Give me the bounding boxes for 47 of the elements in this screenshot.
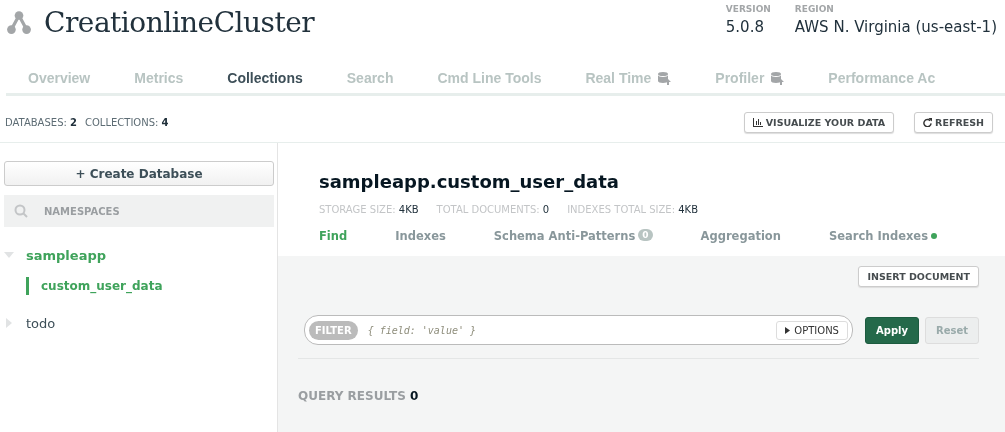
options-button[interactable]: OPTIONS xyxy=(776,320,848,340)
region-label: REGION xyxy=(794,4,835,14)
collection-tab[interactable]: Search Indexes xyxy=(828,229,937,256)
refresh-button[interactable]: REFRESH xyxy=(914,111,993,133)
tab[interactable]: Search xyxy=(324,62,416,93)
visualize-button[interactable]: VISUALIZE YOUR DATA xyxy=(743,111,895,133)
database-item[interactable]: sampleapp xyxy=(26,247,107,263)
database-icon xyxy=(657,71,672,85)
filter-tag: FILTER xyxy=(309,320,358,340)
query-results-label: QUERY RESULTS 0 xyxy=(298,389,420,403)
stat-label: COLLECTIONS: 4 xyxy=(85,116,169,128)
bar-chart-icon xyxy=(752,117,763,127)
stat-label: DATABASES: 2 xyxy=(5,116,77,128)
region-value: AWS N. Virginia (us-east-1) xyxy=(794,18,997,36)
tab[interactable]: Profiler xyxy=(693,62,807,93)
insert-document-button[interactable]: INSERT DOCUMENT xyxy=(858,266,979,287)
stat-label: TOTAL DOCUMENTS: 0 xyxy=(436,204,550,215)
version-label: VERSION xyxy=(725,4,771,14)
tab[interactable]: Performance Ac xyxy=(806,62,958,93)
collection-tab[interactable]: Schema Anti-Patterns 0 xyxy=(493,229,653,256)
tab[interactable]: Metrics xyxy=(112,62,206,93)
caret-right-icon xyxy=(785,326,791,334)
database-item[interactable]: todo xyxy=(26,315,56,331)
cluster-icon xyxy=(6,9,32,35)
tab[interactable]: Overview xyxy=(6,62,113,93)
search-icon xyxy=(14,204,28,218)
refresh-icon xyxy=(923,117,933,127)
filter-field[interactable]: { field: 'value' } xyxy=(365,323,777,337)
apply-button[interactable]: Apply xyxy=(865,316,919,344)
namespace-search-field[interactable]: NAMESPACES xyxy=(42,204,246,218)
filter-bar[interactable]: FILTER { field: 'value' } OPTIONS xyxy=(304,315,853,345)
tab[interactable]: Collections xyxy=(205,62,325,93)
stat-label: STORAGE SIZE: 4KB xyxy=(319,204,419,215)
database-icon xyxy=(770,71,785,85)
cluster-name: CreationlineCluster xyxy=(44,5,315,39)
namespace-search-bar[interactable]: NAMESPACES xyxy=(4,195,274,227)
collection-tab[interactable]: Aggregation xyxy=(700,229,781,256)
collection-tab[interactable]: Indexes xyxy=(395,229,446,256)
version-value: 5.0.8 xyxy=(725,18,765,36)
create-database-button[interactable]: + Create Database xyxy=(4,161,274,186)
stat-label: INDEXES TOTAL SIZE: 4KB xyxy=(567,204,698,215)
caret-down-icon[interactable] xyxy=(4,250,14,260)
caret-right-icon[interactable] xyxy=(4,318,14,328)
tab[interactable]: Cmd Line Tools xyxy=(415,62,564,93)
tab[interactable]: Real Time xyxy=(563,62,694,93)
collection-tab[interactable]: Find xyxy=(319,229,348,256)
collection-title: sampleapp.custom_user_data xyxy=(319,171,620,192)
